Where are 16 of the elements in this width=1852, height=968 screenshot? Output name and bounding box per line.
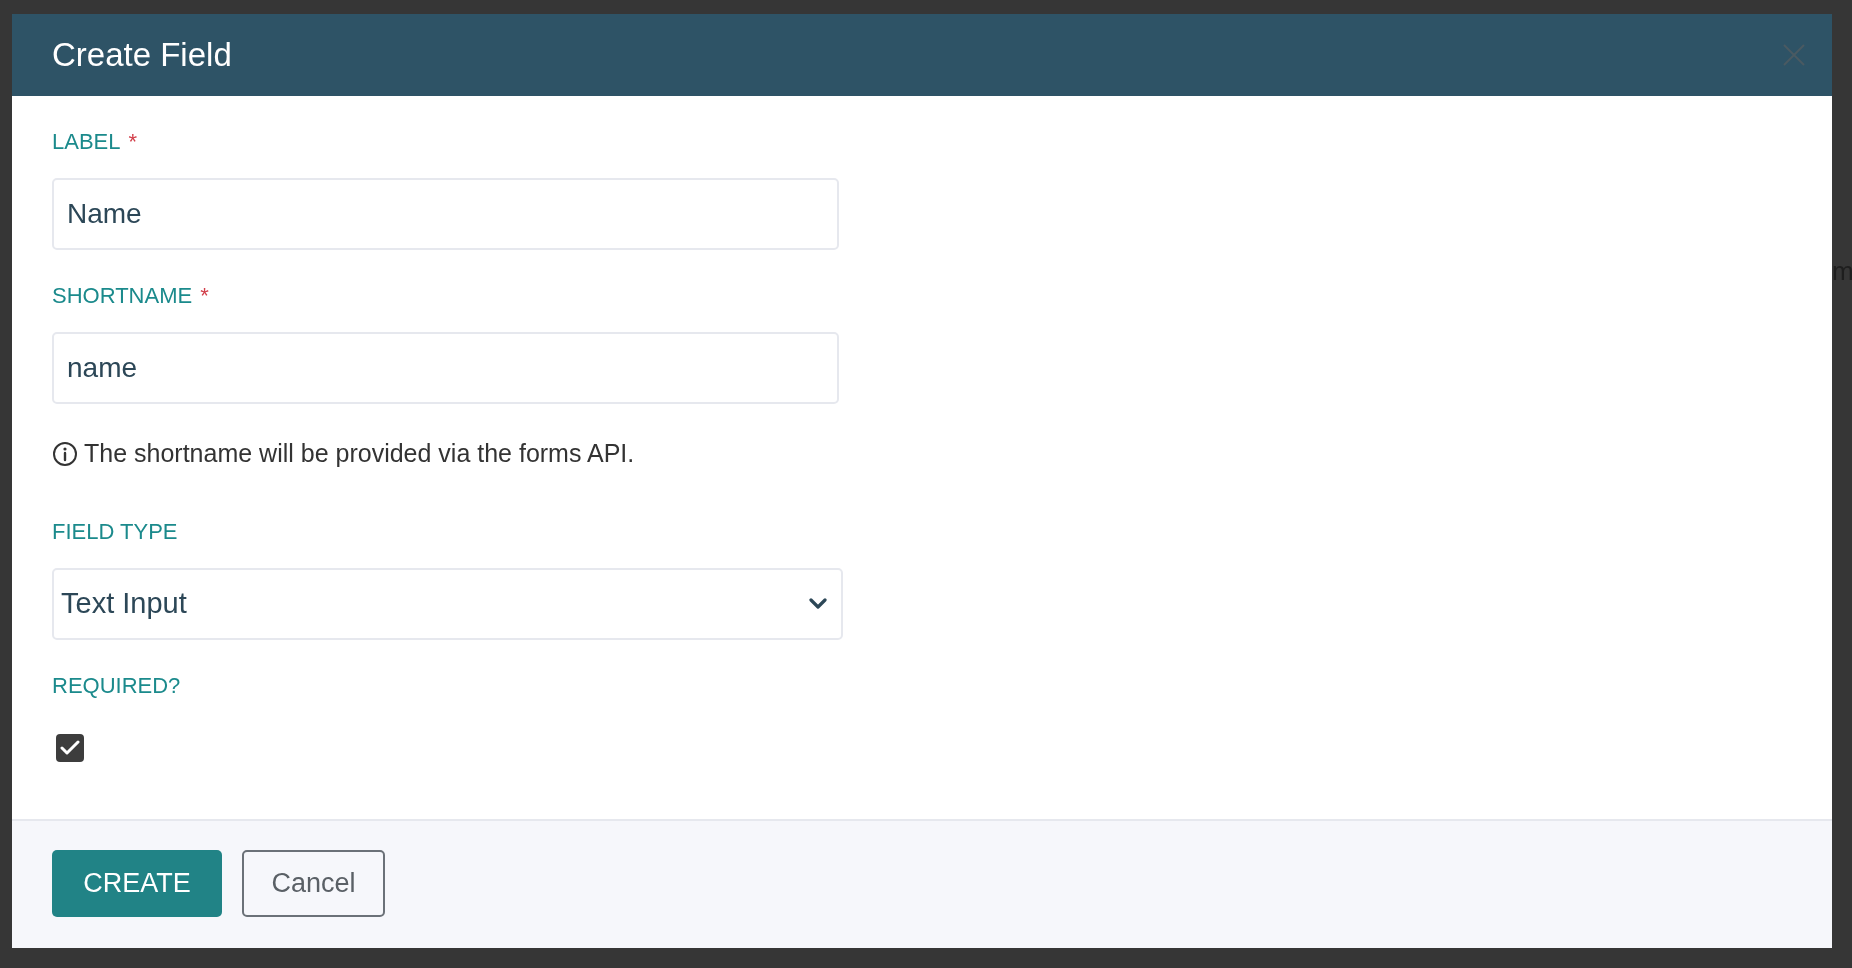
field-label: LABEL (52, 131, 121, 153)
info-icon (52, 440, 78, 467)
chevron-down-icon (809, 597, 827, 610)
field-label: SHORTNAME (52, 285, 193, 307)
required-asterisk: * (200, 285, 209, 307)
text-input[interactable]: name (52, 332, 839, 404)
hint-text: The shortname will be provided via the forms API. (84, 438, 635, 469)
required-asterisk: * (128, 131, 138, 153)
field-label: REQUIRED? (52, 674, 181, 697)
field-type-select[interactable]: Text Input (52, 567, 843, 640)
dialog-title: Create Field (52, 35, 232, 76)
required-checkbox[interactable] (56, 733, 84, 762)
create-button[interactable]: CREATE (52, 850, 222, 917)
cancel-button[interactable]: Cancel (242, 850, 385, 917)
field-label: FIELD TYPE (52, 520, 178, 543)
text-input[interactable]: Name (52, 178, 839, 250)
